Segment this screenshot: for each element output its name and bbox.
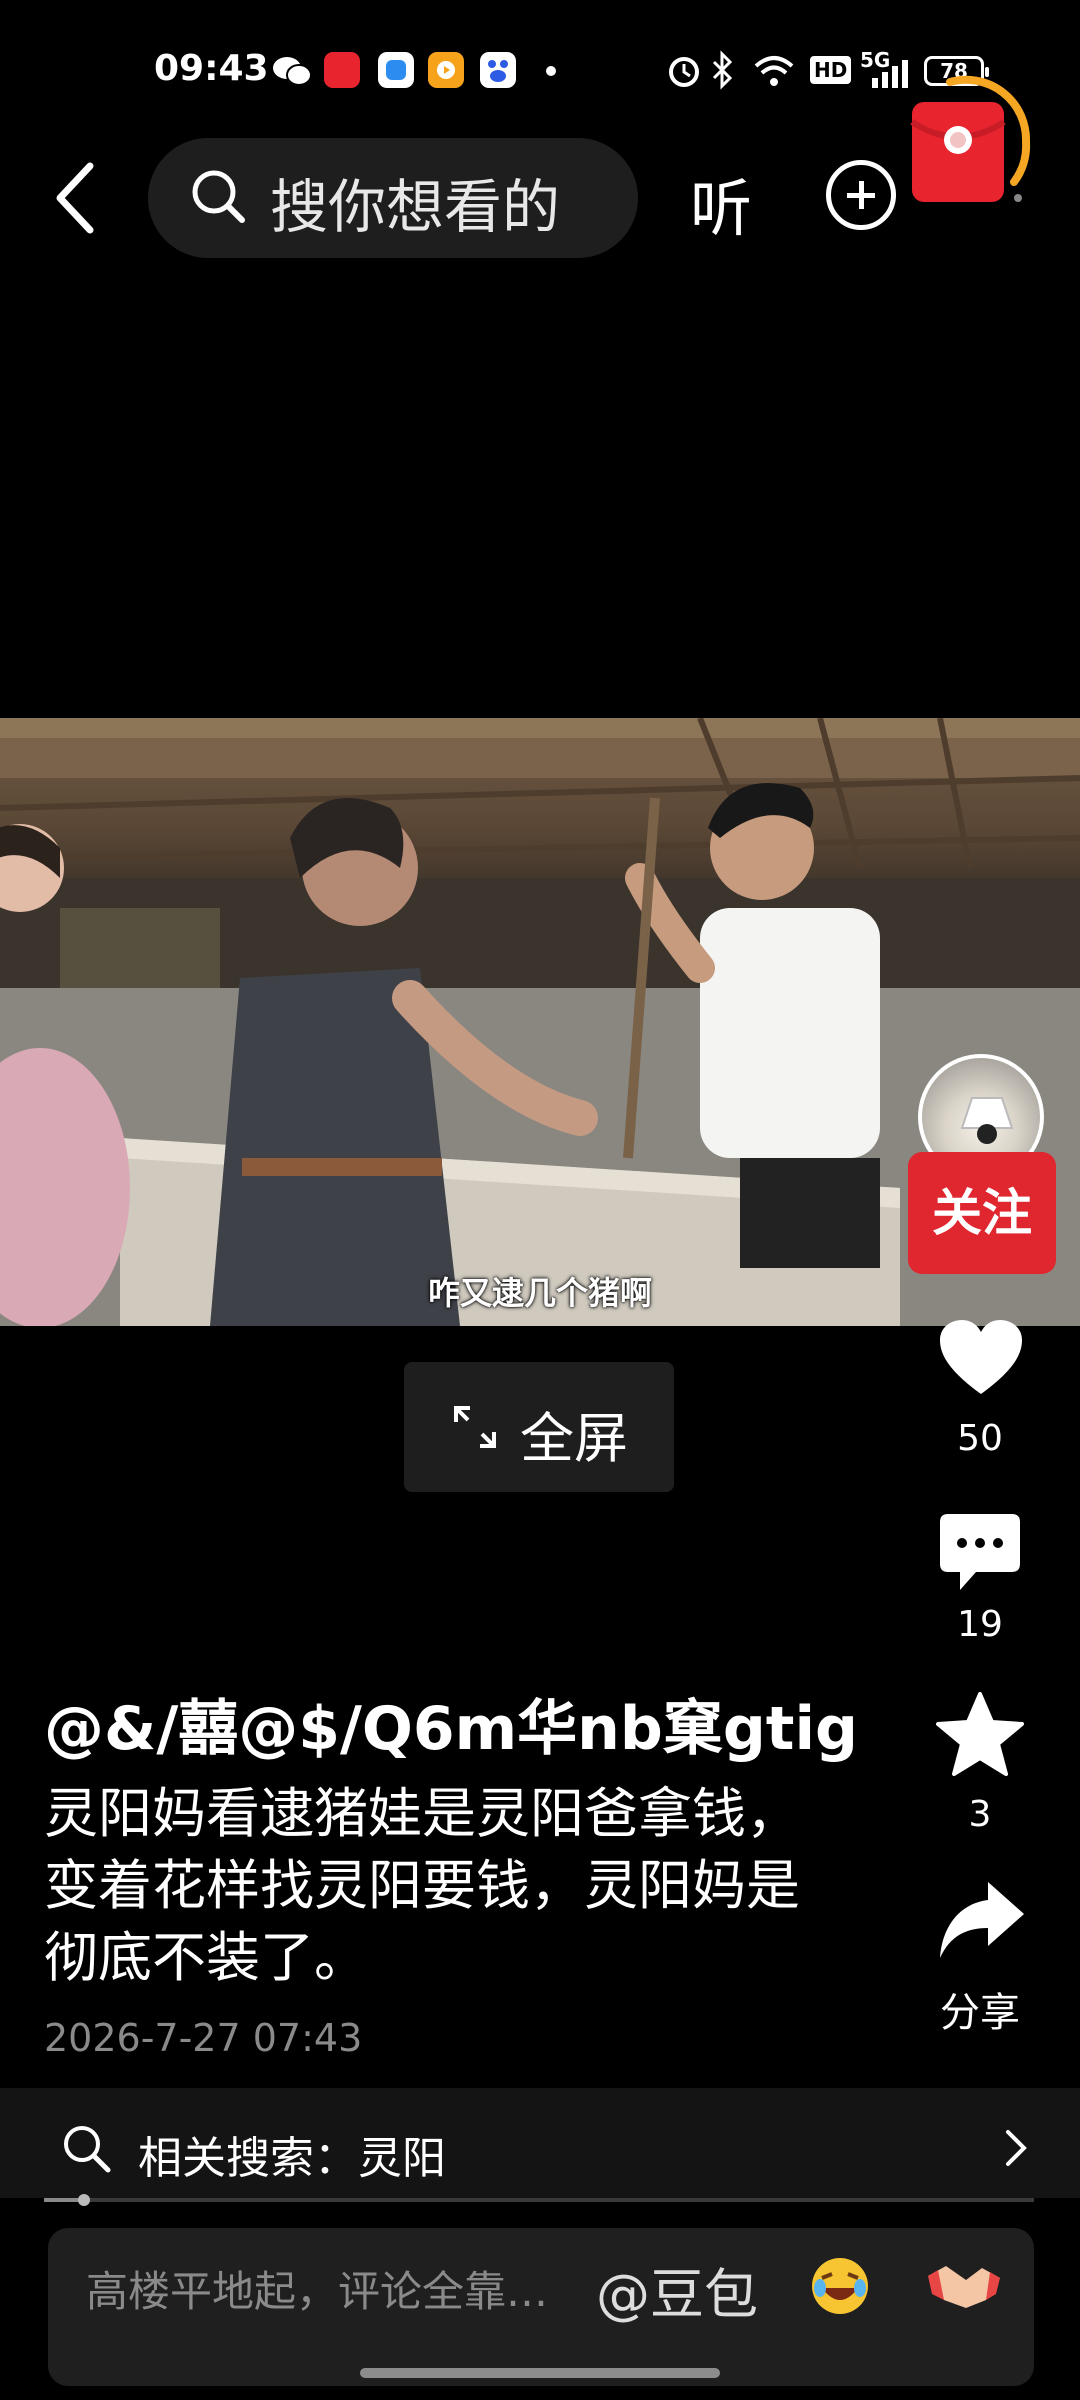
back-icon[interactable]: [50, 160, 100, 240]
comment-icon[interactable]: [938, 1512, 1022, 1598]
bluetooth-icon: [708, 50, 748, 90]
like-icon[interactable]: [938, 1318, 1024, 1402]
video-app-icon: [428, 52, 464, 88]
video-progress-handle[interactable]: [77, 2194, 90, 2206]
baidu-icon: [480, 52, 516, 88]
comment-placeholder: 高楼平地起，评论全靠…: [86, 2267, 549, 2316]
video-progress-track[interactable]: [44, 2198, 1034, 2202]
mention-doubao-button[interactable]: @豆包: [596, 2250, 758, 2329]
post-date: 2026-7-27 07:43: [44, 2016, 363, 2060]
follow-button[interactable]: 关注: [908, 1152, 1056, 1274]
home-indicator[interactable]: [360, 2368, 720, 2378]
post-description: 灵阳妈看逮猪娃是灵阳爸拿钱，变着花样找灵阳要钱，灵阳妈是彻底不装了。: [44, 1782, 800, 1989]
fullscreen-label: 全屏: [520, 1407, 628, 1470]
favorite-count: 3: [968, 1794, 992, 1835]
add-button[interactable]: [826, 160, 896, 230]
share-label[interactable]: 分享: [920, 1980, 1040, 2038]
share-icon[interactable]: [938, 1880, 1026, 1964]
hd-badge: HD: [810, 56, 852, 84]
app-blue-icon: [378, 52, 414, 88]
expand-icon: [452, 1404, 498, 1454]
search-icon: [188, 166, 248, 230]
handshake-emoji-icon[interactable]: [926, 2256, 1002, 2320]
laughing-emoji-icon[interactable]: [808, 2254, 872, 2322]
red-packet-icon[interactable]: [906, 72, 1036, 216]
author-name[interactable]: @&/囍@$/Q6m华nb窠gtig: [44, 1680, 858, 1767]
chevron-right-icon: [1004, 2128, 1028, 2172]
signal-icon: [870, 60, 910, 92]
status-time: 09:43: [154, 48, 269, 89]
wechat-icon: [272, 54, 312, 92]
related-search-text: 相关搜索：灵阳: [138, 2133, 446, 2184]
related-search-icon: [60, 2122, 112, 2178]
alarm-icon: [664, 50, 704, 90]
listen-button[interactable]: 听: [690, 158, 752, 248]
favorite-star-icon[interactable]: [936, 1692, 1024, 1780]
more-dot-icon: [546, 66, 556, 76]
wifi-icon: [752, 50, 794, 90]
comment-count: 19: [957, 1604, 1003, 1645]
search-placeholder: 搜你想看的: [270, 173, 561, 241]
xiaohongshu-icon: [324, 52, 360, 88]
video-subtitle: 咋又逮几个猪啊: [427, 1274, 652, 1312]
like-count: 50: [957, 1418, 1003, 1459]
